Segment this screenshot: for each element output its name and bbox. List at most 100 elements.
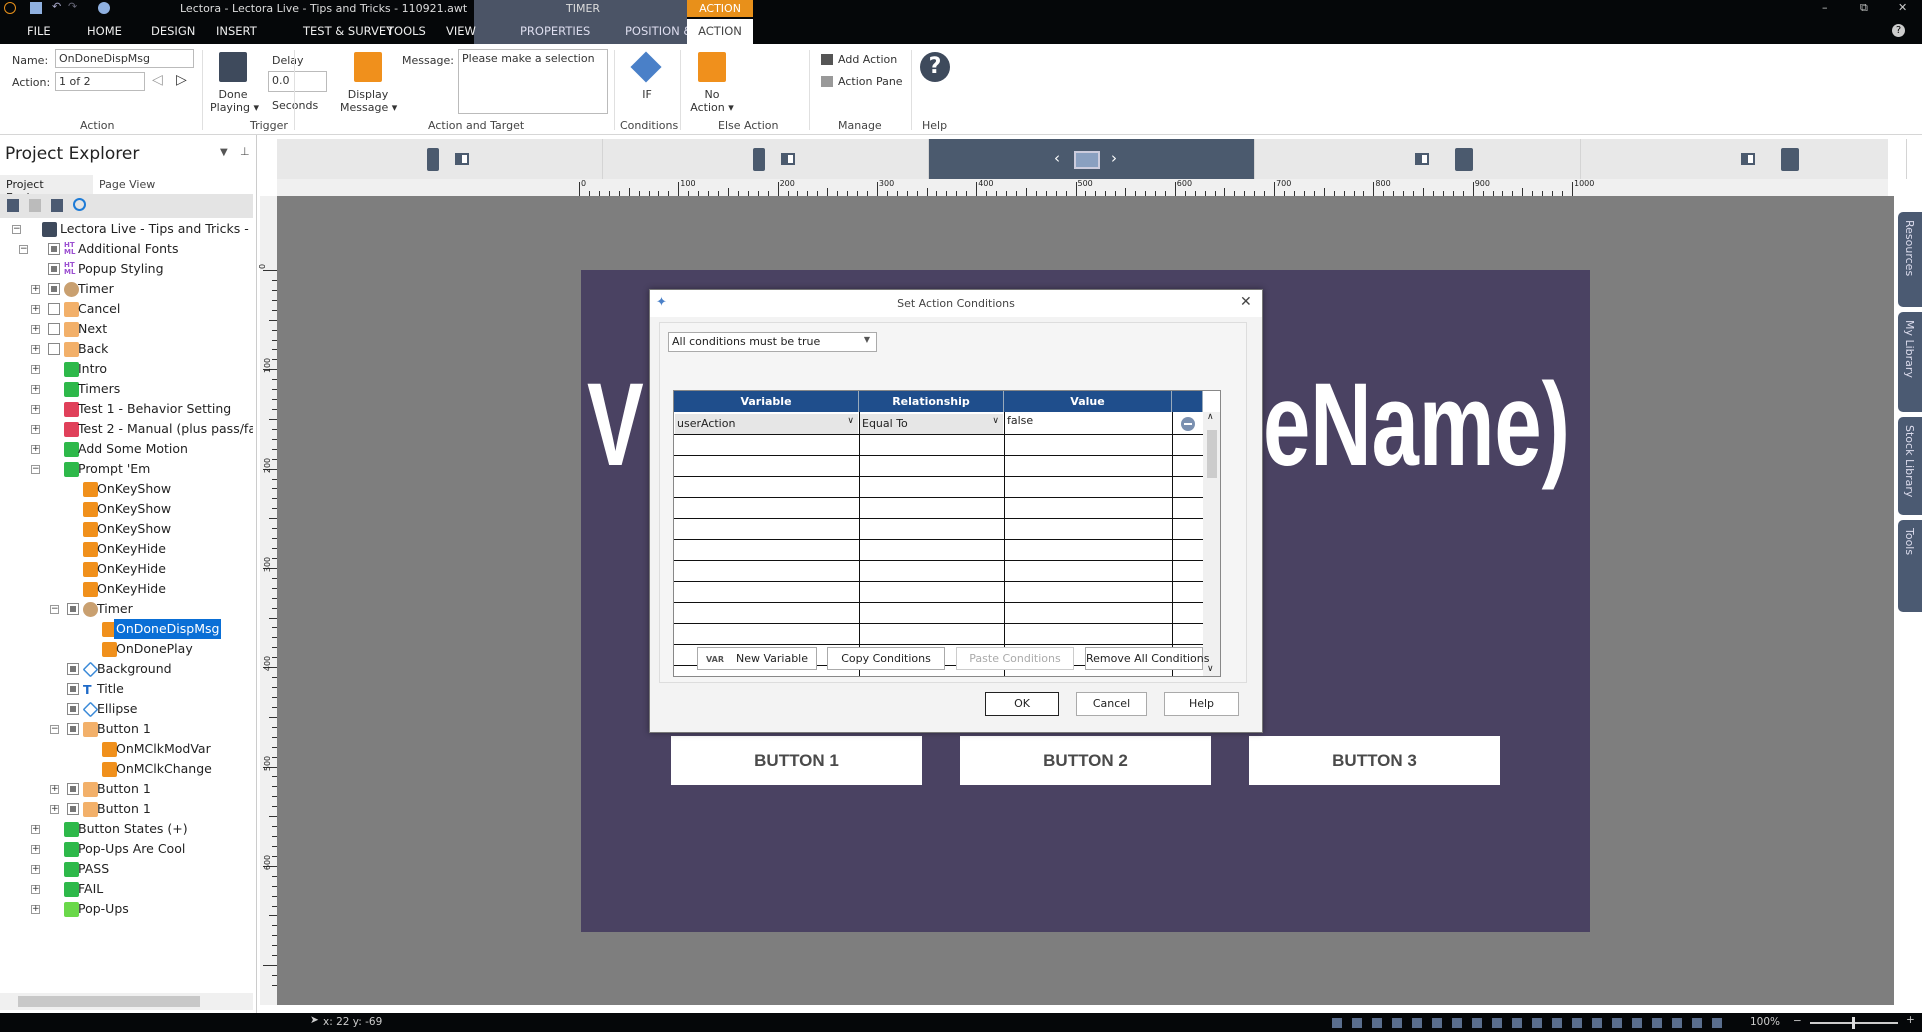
panel-menu-icon[interactable]: ▼ [220, 147, 228, 158]
device-desktop-button[interactable]: ‹ › [929, 139, 1255, 179]
add-section-icon[interactable] [51, 199, 63, 212]
tree-item[interactable]: + Pop-Ups [0, 899, 253, 919]
expander-icon[interactable]: + [31, 285, 40, 294]
save-icon[interactable] [30, 2, 42, 14]
scrollbar-thumb[interactable] [18, 996, 200, 1007]
expander-icon[interactable]: + [31, 845, 40, 854]
status-toolbar-icon[interactable] [1532, 1018, 1542, 1028]
device-tablet-landscape-button[interactable] [1581, 139, 1907, 179]
tree-item[interactable]: + Back [0, 339, 253, 359]
dialog-close-button[interactable]: ✕ [1240, 294, 1252, 310]
status-toolbar-icon[interactable] [1512, 1018, 1522, 1028]
expander-icon[interactable]: − [50, 725, 59, 734]
no-action-icon[interactable] [698, 52, 726, 82]
zoom-in-button[interactable]: + [1906, 1014, 1915, 1026]
status-toolbar-icon[interactable] [1472, 1018, 1482, 1028]
tree-item[interactable]: − HT ML Additional Fonts [0, 239, 253, 259]
close-button[interactable]: ✕ [1898, 1, 1907, 14]
tree-item[interactable]: + Timer [0, 279, 253, 299]
tree-item[interactable]: Ellipse [0, 699, 253, 719]
cancel-button[interactable]: Cancel [1076, 692, 1147, 716]
undo-icon[interactable]: ↶ [52, 0, 61, 13]
expander-icon[interactable]: + [31, 405, 40, 414]
value-input[interactable]: false [1005, 413, 1171, 434]
display-message-button[interactable]: Display Message ▾ [340, 88, 397, 114]
visibility-checkbox[interactable] [48, 283, 60, 295]
chevron-right-icon[interactable]: › [1111, 149, 1117, 167]
tree-item[interactable]: + Add Some Motion [0, 439, 253, 459]
expander-icon[interactable]: + [31, 445, 40, 454]
help-button[interactable]: ? [920, 52, 950, 82]
status-toolbar-icon[interactable] [1352, 1018, 1362, 1028]
visibility-checkbox[interactable] [48, 303, 60, 315]
tree-item[interactable]: + FAIL [0, 879, 253, 899]
expander-icon[interactable]: + [50, 785, 59, 794]
status-toolbar-icon[interactable] [1432, 1018, 1442, 1028]
visibility-checkbox[interactable] [48, 263, 60, 275]
tree-item[interactable]: + Button States (+) [0, 819, 253, 839]
done-playing-button[interactable]: Done Playing ▾ [210, 88, 259, 114]
tree-item[interactable]: + Timers [0, 379, 253, 399]
tab-properties[interactable]: PROPERTIES [520, 24, 590, 38]
status-toolbar-icon[interactable] [1652, 1018, 1662, 1028]
tree-item[interactable]: T Title [0, 679, 253, 699]
remove-all-conditions-button[interactable]: Remove All Conditions [1085, 647, 1210, 670]
add-chapter-icon[interactable] [29, 199, 41, 212]
status-toolbar-icon[interactable] [1612, 1018, 1622, 1028]
visibility-checkbox[interactable] [67, 663, 79, 675]
expander-icon[interactable]: + [31, 325, 40, 334]
zoom-out-button[interactable]: − [1793, 1015, 1802, 1027]
side-tab-tools[interactable]: Tools [1898, 520, 1922, 612]
tree-item[interactable]: − Prompt 'Em [0, 459, 253, 479]
expander-icon[interactable]: − [31, 465, 40, 474]
status-toolbar-icon[interactable] [1452, 1018, 1462, 1028]
tree-item[interactable]: + Intro [0, 359, 253, 379]
status-toolbar-icon[interactable] [1552, 1018, 1562, 1028]
visibility-checkbox[interactable] [67, 783, 79, 795]
tree-item[interactable]: OnMClkModVar [0, 739, 253, 759]
tree-item[interactable]: + Cancel [0, 299, 253, 319]
visibility-checkbox[interactable] [48, 243, 60, 255]
no-action-button[interactable]: No Action ▾ [690, 88, 734, 114]
device-phone-landscape-button[interactable] [603, 139, 929, 179]
new-variable-button[interactable]: VAR New Variable [697, 647, 817, 670]
expander-icon[interactable]: + [50, 805, 59, 814]
paste-conditions-button[interactable]: Paste Conditions [956, 647, 1074, 670]
slide-button-3[interactable]: BUTTON 3 [1249, 736, 1500, 785]
expander-icon[interactable]: + [31, 885, 40, 894]
tree-item[interactable]: − Lectora Live - Tips and Tricks - 11 [0, 219, 253, 239]
slide-button-1[interactable]: BUTTON 1 [671, 736, 922, 785]
help-icon[interactable]: ? [1892, 24, 1905, 37]
help-dialog-button[interactable]: Help [1164, 692, 1239, 716]
pin-icon[interactable]: ⊥ [240, 145, 250, 158]
status-toolbar-icon[interactable] [1332, 1018, 1342, 1028]
tree-item[interactable]: OnMClkChange [0, 759, 253, 779]
expander-icon[interactable]: + [31, 385, 40, 394]
device-phone-portrait-button[interactable] [277, 139, 603, 179]
search-icon[interactable] [73, 198, 86, 211]
expander-icon[interactable]: + [31, 305, 40, 314]
visibility-checkbox[interactable] [67, 723, 79, 735]
chevron-left-icon[interactable]: ‹ [1054, 149, 1060, 167]
tree-item[interactable]: OnDonePlay [0, 639, 253, 659]
tab-insert[interactable]: INSERT [216, 24, 257, 38]
tree-item[interactable]: − Button 1 [0, 719, 253, 739]
tab-design[interactable]: DESIGN [151, 24, 195, 38]
tree-item[interactable]: + Test 2 - Manual (plus pass/fai [0, 419, 253, 439]
status-toolbar-icon[interactable] [1672, 1018, 1682, 1028]
side-tab-stock-library[interactable]: Stock Library [1898, 417, 1922, 515]
visibility-checkbox[interactable] [67, 803, 79, 815]
tree-item[interactable]: + Button 1 [0, 799, 253, 819]
name-input[interactable]: OnDoneDispMsg [55, 49, 194, 68]
done-playing-icon[interactable] [219, 52, 247, 82]
tab-page-view[interactable]: Page View [99, 178, 155, 191]
expander-icon[interactable]: + [31, 865, 40, 874]
expander-icon[interactable]: + [31, 905, 40, 914]
visibility-checkbox[interactable] [48, 323, 60, 335]
add-action-button[interactable]: Add Action [838, 53, 897, 66]
tab-home[interactable]: HOME [87, 24, 122, 38]
device-tablet-portrait-button[interactable] [1255, 139, 1581, 179]
side-tab-resources[interactable]: Resources [1898, 212, 1922, 307]
tab-test-survey[interactable]: TEST & SURVEY [303, 24, 393, 38]
remove-condition-icon[interactable] [1181, 417, 1195, 431]
